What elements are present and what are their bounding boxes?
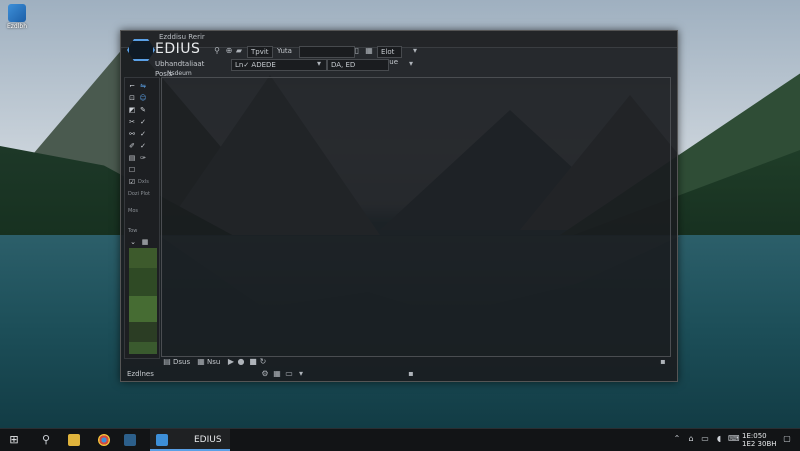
user-tool-icon[interactable]: ☺ — [139, 94, 147, 102]
battery-icon[interactable]: ▭ — [700, 434, 710, 444]
bottom-label-2: Nsu — [207, 358, 221, 366]
chevron-down-icon[interactable]: ▾ — [407, 60, 415, 68]
pen-tool-icon[interactable]: ✎ — [139, 106, 147, 114]
desktop-shortcut-label: Ezdlbh — [6, 23, 28, 30]
taskbar-edius-label: EDIUS — [194, 435, 222, 445]
swatch-3[interactable] — [129, 296, 157, 322]
link-tool-icon[interactable]: ⚯ — [128, 130, 136, 138]
notification-icon[interactable]: ▢ — [782, 434, 792, 444]
tool-label-4: Tow — [128, 228, 138, 234]
checkbox-icon[interactable]: ☐ — [128, 166, 136, 174]
desktop-shortcut[interactable]: Ezdlbh — [2, 4, 32, 30]
swatch-1[interactable] — [129, 248, 157, 268]
viewer-bottom-bar: ▤ Dsus ▦ Nsu ▶ ● ■ ↻ ▪ — [161, 357, 671, 367]
preview-viewer[interactable] — [161, 77, 671, 357]
select-tool-icon[interactable]: ⌐ — [128, 82, 136, 90]
chevron-up-icon[interactable]: ⌃ — [672, 434, 682, 444]
window-status-bar: Ezdlnes ⚙ ▦ ▭ ▾ ▪ — [121, 369, 677, 379]
check-tool-icon-3[interactable]: ✓ — [139, 142, 147, 150]
edius-taskbar-icon — [156, 434, 168, 446]
layout-icon[interactable]: ▦ — [273, 370, 281, 378]
dropdown-a[interactable]: Ln✓ ADEDE — [231, 59, 327, 71]
grid-tool-icon[interactable]: ▤ — [128, 154, 136, 162]
row2-label: Ubhandtaliaat Posis — [155, 60, 205, 78]
resize-icon[interactable]: ▪ — [659, 358, 667, 366]
edius-window[interactable]: Ezddisu Rerir EDIUS ⚲ ⊕ ▰ Tpvit Yuta ▯ ▦… — [120, 30, 678, 382]
chevron-down-icon[interactable]: ▾ — [411, 47, 419, 55]
tool-icon[interactable]: ⚙ — [261, 370, 269, 378]
toolbar-field-c[interactable]: Elot Poue — [377, 46, 402, 66]
swatch-2[interactable] — [129, 268, 157, 296]
toolbar-label-b[interactable]: Yuta — [277, 46, 292, 56]
network-icon[interactable]: ⌂ — [686, 434, 696, 444]
brush-tool-icon[interactable]: ✑ — [139, 154, 147, 162]
file-explorer-icon[interactable] — [68, 434, 80, 446]
keyboard-icon[interactable]: ⌨ — [728, 434, 740, 444]
app-title: EDIUS — [155, 41, 201, 57]
tool-label-1: Dxls — [138, 179, 149, 185]
app-icon[interactable] — [124, 434, 136, 446]
chevron-down-icon[interactable]: ▾ — [297, 370, 305, 378]
swatch-4[interactable] — [129, 322, 157, 342]
grid-icon[interactable]: ▦ — [197, 358, 205, 366]
clock-date: 1E2 30BH — [742, 440, 777, 448]
frame-icon[interactable]: ▭ — [285, 370, 293, 378]
search-icon[interactable]: ⚲ — [213, 47, 221, 55]
bottom-label-1: Dsus — [173, 358, 191, 366]
chrome-icon[interactable] — [98, 434, 110, 446]
taskbar-clock[interactable]: 1E:050 1E2 30BH — [742, 432, 777, 448]
draw-tool-icon[interactable]: ✐ — [128, 142, 136, 150]
toolbar-input[interactable] — [299, 46, 355, 58]
tool-label-2: Dozi Plot — [128, 191, 150, 197]
stop-icon[interactable]: ■ — [249, 358, 257, 366]
toolbar-field-a[interactable]: Tpvit — [247, 46, 273, 58]
chevron-down-icon[interactable]: ⌄ — [129, 238, 137, 246]
status-left: Ezdlnes — [127, 370, 154, 378]
tool-panel: ⌐ ⇋ ⊡ ☺ ◩ ✎ ✂ ✓ ⚯ ✓ ✐ ✓ ▤ ✑ ☐ ☑ Dxls Doz… — [124, 77, 160, 359]
tool-label-3: Mos — [128, 208, 138, 214]
taskbar: ⊞ ⚲ EDIUS ⌃ ⌂ ▭ ◖ ⌨ 1E:050 1E2 30BH ▢ — [0, 428, 800, 451]
check-tool-icon-2[interactable]: ✓ — [139, 130, 147, 138]
grid-icon[interactable]: ▦ — [141, 238, 149, 246]
trim-tool-icon[interactable]: ◩ — [128, 106, 136, 114]
loop-icon[interactable]: ↻ — [259, 358, 267, 366]
checkbox-checked-icon[interactable]: ☑ — [128, 178, 136, 186]
tile-icon[interactable]: ▦ — [365, 47, 373, 55]
chevron-down-icon[interactable]: ▾ — [315, 60, 323, 68]
window-title: Ezddisu Rerir — [159, 33, 205, 41]
windows-start-icon[interactable]: ⊞ — [8, 434, 20, 446]
record-icon[interactable]: ● — [237, 358, 245, 366]
search-icon[interactable]: ⚲ — [40, 434, 52, 446]
ripple-tool-icon[interactable]: ⇋ — [139, 82, 147, 90]
volume-icon[interactable]: ◖ — [714, 434, 724, 444]
folder-icon[interactable]: ▰ — [235, 47, 243, 55]
play-icon[interactable]: ▶ — [227, 358, 235, 366]
shortcut-icon — [8, 4, 26, 22]
razor-tool-icon[interactable]: ✂ — [128, 118, 136, 126]
playlist-icon[interactable]: ▤ — [163, 358, 171, 366]
zoom-icon[interactable]: ⊕ — [225, 47, 233, 55]
clock-time: 1E:050 — [742, 432, 767, 440]
check-tool-icon[interactable]: ✓ — [139, 118, 147, 126]
swatch-5[interactable] — [129, 342, 157, 354]
dropdown-b[interactable]: DA, ED — [327, 59, 389, 71]
resize-handle-icon[interactable]: ▪ — [407, 370, 415, 378]
crop-tool-icon[interactable]: ⊡ — [128, 94, 136, 102]
document-icon[interactable]: ▯ — [353, 47, 361, 55]
